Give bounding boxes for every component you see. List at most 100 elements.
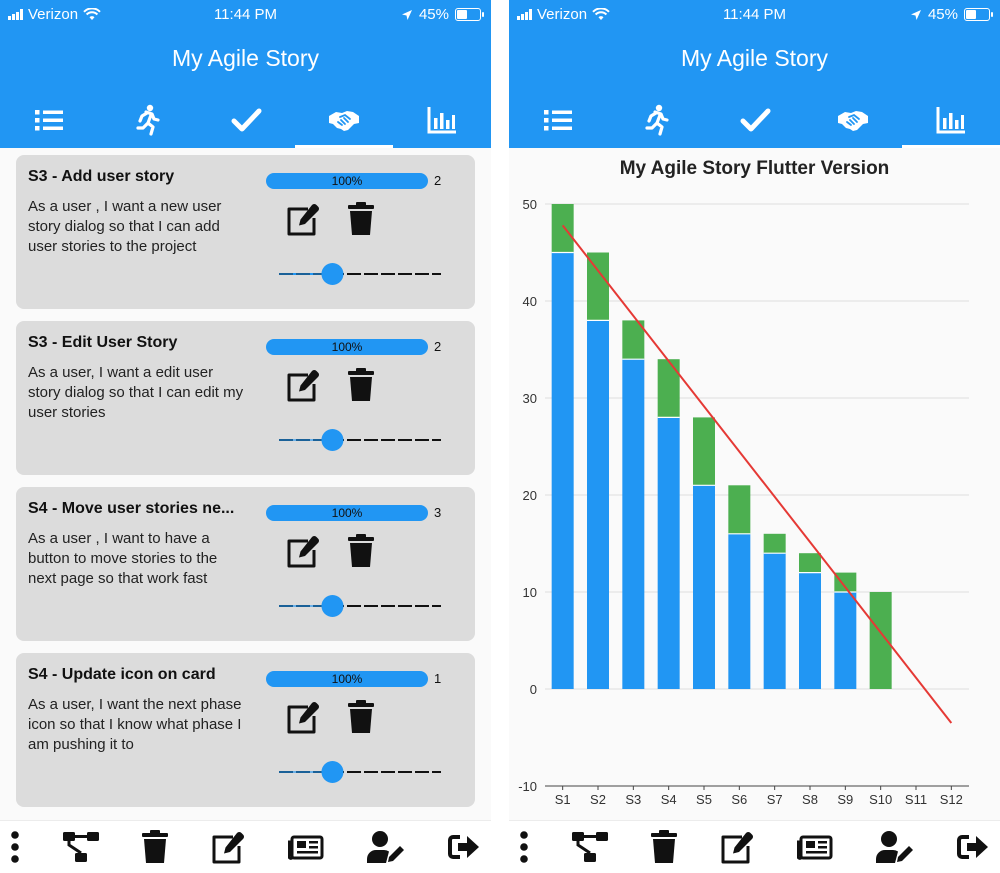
story-card[interactable]: S4 - Move user stories ne... As a user ,… (16, 487, 475, 641)
bar-remaining (622, 359, 645, 689)
bar-completed (834, 572, 857, 592)
sign-out-icon (448, 835, 479, 859)
delete-all-button[interactable] (650, 827, 678, 867)
x-tick-label: S7 (767, 792, 783, 807)
y-tick-label: 10 (523, 585, 537, 600)
trash-icon[interactable] (346, 201, 376, 237)
story-points: 3 (434, 505, 442, 520)
tab-accepted[interactable] (804, 92, 902, 148)
left-screen: Verizon 11:44 PM 45% My Agile Story S3 -… (0, 0, 491, 873)
handshake-icon (328, 111, 359, 131)
workflow-button[interactable] (62, 827, 100, 867)
bar-remaining (728, 533, 751, 689)
progress-bar: 100% (266, 173, 428, 189)
trash-icon[interactable] (346, 699, 376, 735)
sitemap-icon (62, 832, 99, 862)
y-tick-label: 40 (523, 294, 537, 309)
story-card[interactable]: S3 - Add user story As a user , I want a… (16, 155, 475, 309)
story-points: 2 (434, 339, 442, 354)
tab-done[interactable] (705, 92, 803, 148)
story-description: As a user, I want the next phase icon so… (28, 696, 242, 753)
check-icon (231, 108, 261, 132)
trash-icon[interactable] (346, 367, 376, 403)
y-tick-label: 20 (523, 488, 537, 503)
progress-bar: 100% (266, 671, 428, 687)
story-card[interactable]: S4 - Update icon on card As a user, I wa… (16, 653, 475, 807)
bar-completed (799, 553, 821, 573)
story-slider[interactable] (279, 260, 441, 288)
ideal-trend-line (561, 224, 953, 724)
tab-backlog[interactable] (0, 92, 98, 148)
story-title: S4 - Update icon on card (28, 666, 216, 683)
bar-completed (728, 485, 751, 534)
story-points: 2 (434, 173, 442, 188)
story-title: S3 - Add user story (28, 168, 175, 185)
edit-icon (212, 831, 244, 864)
bar-completed (693, 417, 715, 486)
more-vertical-icon (520, 831, 528, 863)
sitemap-icon (571, 832, 608, 862)
bar-completed (657, 359, 680, 418)
newspaper-icon (797, 835, 833, 860)
edit-project-button[interactable] (720, 827, 756, 867)
edit-project-button[interactable] (211, 827, 247, 867)
newspaper-icon (288, 835, 324, 860)
edit-icon[interactable] (286, 201, 322, 237)
y-tick-label: -10 (518, 779, 537, 794)
bar-completed (869, 592, 892, 689)
edit-icon[interactable] (286, 367, 322, 403)
story-points: 1 (434, 671, 442, 686)
user-edit-icon (366, 831, 404, 863)
bar-remaining (657, 417, 680, 689)
edit-icon (721, 831, 753, 864)
x-tick-label: S12 (940, 792, 963, 807)
x-tick-label: S3 (625, 792, 641, 807)
story-description: As a user , I want a new user story dial… (28, 198, 222, 255)
burndown-chart-panel: My Agile Story Flutter Version -10 0 10 20 3… (509, 148, 1000, 820)
sign-out-icon (957, 835, 988, 859)
edit-icon[interactable] (286, 699, 322, 735)
tab-chart[interactable] (901, 92, 1000, 148)
more-button[interactable] (10, 827, 20, 867)
tab-bar (509, 92, 1000, 148)
tab-in-progress[interactable] (607, 92, 705, 148)
bar-remaining (587, 320, 609, 689)
logout-button[interactable] (956, 827, 990, 867)
story-slider[interactable] (279, 426, 441, 454)
story-slider[interactable] (279, 592, 441, 620)
logout-button[interactable] (447, 827, 481, 867)
more-button[interactable] (519, 827, 529, 867)
x-tick-label: S4 (661, 792, 677, 807)
bar-completed (551, 204, 574, 253)
tab-in-progress[interactable] (98, 92, 196, 148)
workflow-button[interactable] (571, 827, 609, 867)
trash-icon[interactable] (346, 533, 376, 569)
story-title: S4 - Move user stories ne... (28, 500, 235, 517)
edit-icon[interactable] (286, 533, 322, 569)
tab-accepted[interactable] (294, 92, 394, 148)
bottom-toolbar (509, 820, 1000, 873)
bar-chart-icon (936, 107, 965, 134)
app-title: My Agile Story (172, 45, 319, 71)
story-list: S3 - Add user story As a user , I want a… (0, 148, 491, 820)
story-slider[interactable] (279, 758, 441, 786)
x-tick-label: S5 (696, 792, 712, 807)
bar-chart-icon (427, 107, 456, 134)
story-card[interactable]: S3 - Edit User Story As a user, I want a… (16, 321, 475, 475)
edit-user-button[interactable] (875, 827, 915, 867)
progress-bar: 100% (266, 339, 428, 355)
delete-all-button[interactable] (141, 827, 169, 867)
news-button[interactable] (797, 827, 833, 867)
news-button[interactable] (288, 827, 324, 867)
y-tick-label: 50 (523, 197, 537, 212)
edit-user-button[interactable] (366, 827, 406, 867)
more-vertical-icon (11, 831, 19, 863)
tab-chart[interactable] (393, 92, 491, 148)
location-icon (910, 9, 921, 20)
list-icon (35, 110, 64, 131)
story-description: As a user, I want a edit user story dial… (28, 364, 244, 421)
chart-title: My Agile Story Flutter Version (619, 158, 890, 179)
tab-done[interactable] (196, 92, 294, 148)
tab-backlog[interactable] (509, 92, 607, 148)
running-icon (136, 104, 160, 136)
